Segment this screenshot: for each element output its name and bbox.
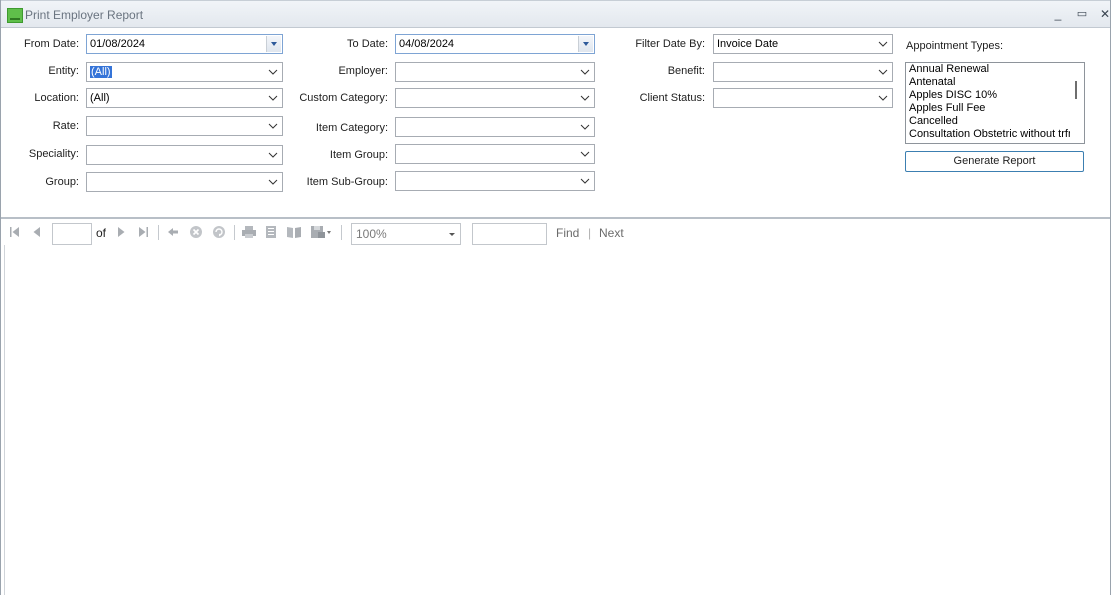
list-item[interactable]: Annual Renewal bbox=[906, 63, 1070, 76]
group-label: Group: bbox=[45, 176, 79, 188]
custom-category-label: Custom Category: bbox=[299, 92, 388, 104]
chevron-down-icon bbox=[878, 67, 888, 77]
list-item[interactable]: Antenatal bbox=[906, 76, 1070, 89]
page-number-input[interactable] bbox=[52, 223, 92, 245]
item-sub-group-select[interactable] bbox=[395, 171, 595, 191]
client-status-label: Client Status: bbox=[639, 92, 705, 104]
chevron-down-icon bbox=[268, 93, 278, 103]
location-label: Location: bbox=[34, 92, 79, 104]
location-select[interactable]: (All) bbox=[86, 88, 283, 108]
entity-label: Entity: bbox=[48, 65, 79, 77]
custom-category-select[interactable] bbox=[395, 88, 595, 108]
item-sub-group-label: Item Sub-Group: bbox=[306, 176, 388, 188]
maximize-button[interactable]: ▭ bbox=[1073, 5, 1091, 23]
from-date-value: 01/08/2024 bbox=[90, 38, 146, 50]
appointment-types-list[interactable]: Annual Renewal Antenatal Apples DISC 10%… bbox=[905, 62, 1085, 144]
from-date-label: From Date: bbox=[23, 38, 79, 50]
report-viewer-toolbar: of 100% Find | Next bbox=[1, 217, 1110, 245]
chevron-down-icon bbox=[449, 233, 455, 236]
chevron-down-icon bbox=[878, 93, 888, 103]
print-icon[interactable] bbox=[241, 225, 256, 239]
list-item[interactable]: Consultation Obstetric without trfr bbox=[906, 128, 1070, 141]
chevron-down-icon bbox=[268, 177, 278, 187]
benefit-select[interactable] bbox=[713, 62, 893, 82]
zoom-value: 100% bbox=[356, 227, 387, 241]
report-viewer-canvas bbox=[4, 245, 1110, 595]
filter-date-by-value: Invoice Date bbox=[717, 38, 779, 50]
list-item[interactable]: Apples Full Fee bbox=[906, 102, 1070, 115]
close-button[interactable]: ✕ bbox=[1096, 5, 1111, 23]
page-setup-icon[interactable] bbox=[286, 225, 301, 239]
minimize-button[interactable]: _ bbox=[1049, 5, 1067, 23]
chevron-down-icon bbox=[878, 39, 888, 49]
next-link[interactable]: Next bbox=[599, 226, 624, 240]
chevron-down-icon bbox=[580, 149, 590, 159]
refresh-icon[interactable] bbox=[212, 225, 226, 239]
filter-form: From Date: 01/08/2024 Entity: (All) Loca… bbox=[1, 29, 1110, 217]
speciality-select[interactable] bbox=[86, 145, 283, 165]
benefit-label: Benefit: bbox=[667, 65, 705, 77]
last-page-icon[interactable] bbox=[136, 225, 150, 239]
to-date-value: 04/08/2024 bbox=[399, 38, 455, 50]
list-scrollbar[interactable] bbox=[1070, 64, 1083, 142]
appointment-types-label: Appointment Types: bbox=[906, 40, 1004, 52]
zoom-select[interactable]: 100% bbox=[351, 223, 461, 245]
entity-select[interactable]: (All) bbox=[86, 62, 283, 82]
previous-page-icon[interactable] bbox=[30, 225, 44, 239]
window-title: Print Employer Report bbox=[25, 8, 144, 22]
item-group-label: Item Group: bbox=[329, 149, 388, 161]
item-category-label: Item Category: bbox=[315, 122, 388, 134]
scrollbar-thumb[interactable] bbox=[1075, 81, 1077, 99]
from-date-picker[interactable]: 01/08/2024 bbox=[86, 34, 283, 54]
stop-icon[interactable] bbox=[189, 225, 203, 239]
chevron-down-icon bbox=[268, 121, 278, 131]
group-select[interactable] bbox=[86, 172, 283, 192]
title-bar: Print Employer Report _ ▭ ✕ bbox=[1, 0, 1110, 28]
list-item[interactable]: Cancelled bbox=[906, 115, 1070, 128]
chevron-down-icon bbox=[580, 93, 590, 103]
from-date-dropdown-icon[interactable] bbox=[266, 36, 281, 52]
list-item[interactable]: Apples DISC 10% bbox=[906, 89, 1070, 102]
chevron-down-icon bbox=[268, 67, 278, 77]
find-next-separator: | bbox=[588, 226, 592, 240]
to-date-label: To Date: bbox=[347, 38, 388, 50]
location-value: (All) bbox=[90, 92, 110, 104]
filter-date-by-label: Filter Date By: bbox=[635, 38, 705, 50]
report-window: Print Employer Report _ ▭ ✕ From Date: 0… bbox=[0, 0, 1111, 595]
toolbar-divider bbox=[234, 225, 235, 240]
client-status-select[interactable] bbox=[713, 88, 893, 108]
app-icon bbox=[7, 8, 23, 23]
speciality-label: Speciality: bbox=[28, 148, 79, 160]
rate-select[interactable] bbox=[86, 116, 283, 136]
export-icon[interactable] bbox=[310, 225, 332, 239]
find-link[interactable]: Find bbox=[556, 226, 579, 240]
page-of-label: of bbox=[96, 226, 107, 240]
employer-select[interactable] bbox=[395, 62, 595, 82]
entity-value: (All) bbox=[90, 66, 112, 78]
print-layout-icon[interactable] bbox=[264, 225, 278, 239]
toolbar-divider bbox=[341, 225, 342, 240]
next-page-icon[interactable] bbox=[114, 225, 128, 239]
chevron-down-icon bbox=[580, 176, 590, 186]
employer-label: Employer: bbox=[338, 65, 388, 77]
to-date-dropdown-icon[interactable] bbox=[578, 36, 593, 52]
chevron-down-icon bbox=[268, 150, 278, 160]
item-category-select[interactable] bbox=[395, 117, 595, 137]
first-page-icon[interactable] bbox=[8, 225, 22, 239]
item-group-select[interactable] bbox=[395, 144, 595, 164]
to-date-picker[interactable]: 04/08/2024 bbox=[395, 34, 595, 54]
chevron-down-icon bbox=[580, 122, 590, 132]
filter-date-by-select[interactable]: Invoice Date bbox=[713, 34, 893, 54]
rate-label: Rate: bbox=[52, 120, 79, 132]
chevron-down-icon bbox=[580, 67, 590, 77]
generate-report-button[interactable]: Generate Report bbox=[905, 151, 1084, 172]
toolbar-divider bbox=[158, 225, 159, 240]
back-icon[interactable] bbox=[166, 225, 180, 239]
find-input[interactable] bbox=[472, 223, 547, 245]
